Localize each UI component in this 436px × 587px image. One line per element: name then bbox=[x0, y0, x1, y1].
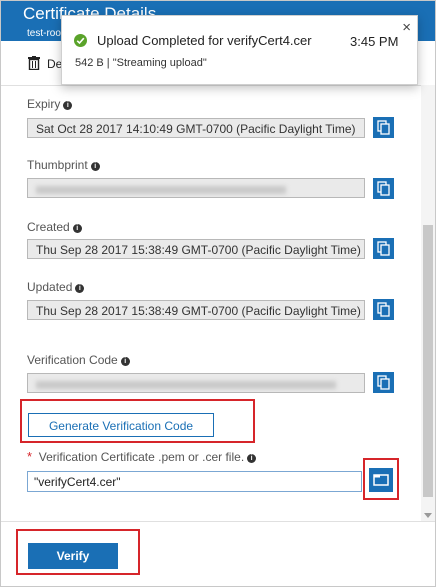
copy-icon bbox=[377, 181, 390, 196]
info-icon: i bbox=[72, 224, 82, 233]
generate-verification-code-button[interactable]: Generate Verification Code bbox=[28, 413, 214, 437]
certificate-details-blade: Certificate Details test-roo De Upload C… bbox=[0, 0, 436, 587]
verification-certificate-label: * Verification Certificate .pem or .cer … bbox=[27, 449, 257, 464]
redacted-verification-code bbox=[36, 380, 336, 389]
copy-created-button[interactable] bbox=[373, 238, 394, 259]
created-label: Created i bbox=[27, 220, 82, 234]
updated-field[interactable]: Thu Sep 28 2017 15:38:49 GMT-0700 (Pacif… bbox=[27, 300, 365, 320]
copy-icon bbox=[377, 302, 390, 317]
verification-code-label-text: Verification Code bbox=[27, 353, 118, 367]
close-icon[interactable]: × bbox=[402, 19, 411, 36]
copy-icon bbox=[377, 120, 390, 135]
info-icon: i bbox=[247, 454, 257, 463]
copy-icon bbox=[377, 375, 390, 390]
info-icon: i bbox=[120, 357, 130, 366]
created-label-text: Created bbox=[27, 220, 70, 234]
info-icon: i bbox=[90, 162, 100, 171]
verification-code-field[interactable] bbox=[27, 373, 365, 393]
verification-code-label: Verification Code i bbox=[27, 353, 130, 367]
scrollbar-thumb[interactable] bbox=[423, 225, 433, 497]
redacted-thumbprint bbox=[36, 185, 286, 194]
expiry-field[interactable]: Sat Oct 28 2017 14:10:49 GMT-0700 (Pacif… bbox=[27, 118, 365, 138]
folder-icon bbox=[373, 474, 389, 486]
notification-time: 3:45 PM bbox=[350, 34, 399, 49]
info-icon: i bbox=[75, 284, 85, 293]
updated-label: Updated i bbox=[27, 280, 85, 294]
notification-title: Upload Completed for verifyCert4.cer bbox=[97, 33, 312, 48]
blade-subtitle: test-roo bbox=[27, 28, 61, 39]
browse-file-button[interactable] bbox=[369, 468, 393, 492]
vertical-scrollbar[interactable] bbox=[421, 85, 435, 521]
scroll-down-arrow-icon[interactable] bbox=[424, 513, 432, 518]
trash-icon[interactable] bbox=[28, 56, 40, 70]
copy-updated-button[interactable] bbox=[373, 299, 394, 320]
copy-thumbprint-button[interactable] bbox=[373, 178, 394, 199]
expiry-label: Expiry i bbox=[27, 97, 73, 111]
upload-notification: Upload Completed for verifyCert4.cer 3:4… bbox=[61, 15, 418, 85]
footer-divider bbox=[1, 521, 435, 522]
required-mark: * bbox=[27, 449, 33, 464]
success-check-icon bbox=[74, 34, 87, 47]
notification-detail: 542 B | "Streaming upload" bbox=[75, 57, 207, 69]
thumbprint-label-text: Thumbprint bbox=[27, 158, 88, 172]
expiry-label-text: Expiry bbox=[27, 97, 61, 111]
copy-icon bbox=[377, 241, 390, 256]
thumbprint-label: Thumbprint i bbox=[27, 158, 100, 172]
copy-verification-code-button[interactable] bbox=[373, 372, 394, 393]
certificate-file-input[interactable]: "verifyCert4.cer" bbox=[27, 471, 362, 492]
verify-button[interactable]: Verify bbox=[28, 543, 118, 569]
verification-certificate-label-text: Verification Certificate .pem or .cer fi… bbox=[38, 450, 245, 464]
created-field[interactable]: Thu Sep 28 2017 15:38:49 GMT-0700 (Pacif… bbox=[27, 239, 365, 259]
thumbprint-field[interactable] bbox=[27, 178, 365, 198]
copy-expiry-button[interactable] bbox=[373, 117, 394, 138]
updated-label-text: Updated bbox=[27, 280, 73, 294]
info-icon: i bbox=[63, 101, 73, 110]
